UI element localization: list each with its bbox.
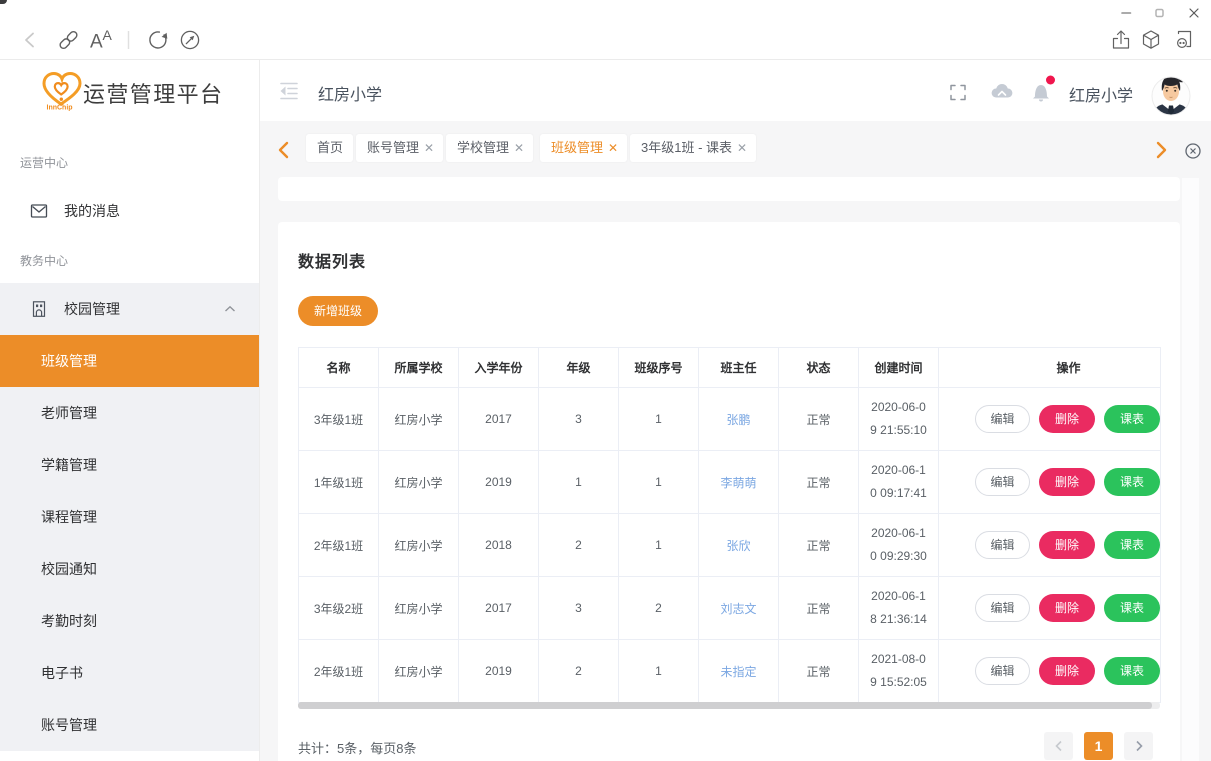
svg-text:A: A: [90, 32, 103, 53]
svg-text:InnChip: InnChip: [47, 105, 73, 112]
svg-text:A: A: [103, 27, 113, 43]
